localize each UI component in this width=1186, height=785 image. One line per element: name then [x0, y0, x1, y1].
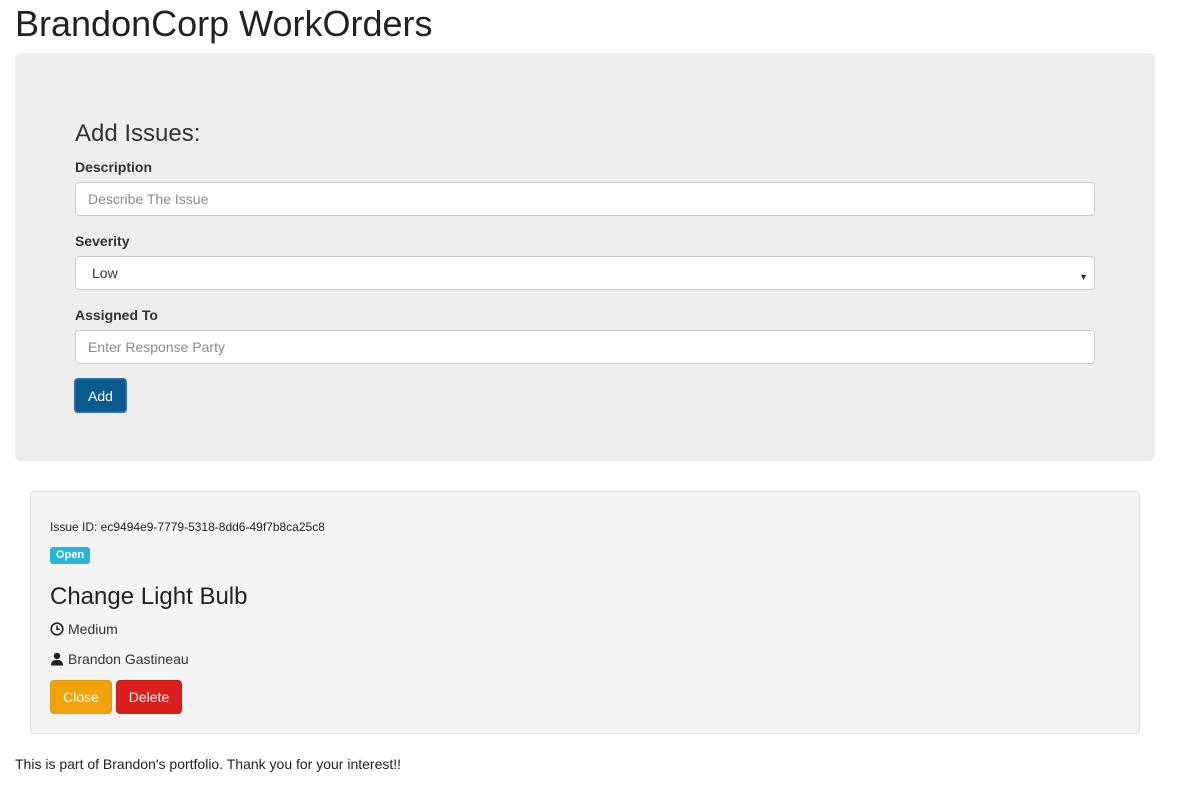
severity-selected-value: Low	[92, 265, 118, 281]
issue-severity: Medium	[68, 621, 118, 637]
chevron-down-icon: ▼	[1079, 272, 1088, 282]
status-badge: Open	[50, 547, 91, 564]
clock-icon	[50, 622, 64, 636]
delete-issue-button[interactable]: Delete	[116, 680, 182, 714]
issue-card: Issue ID: ec9494e9-7779-5318-8dd6-49f7b8…	[30, 491, 1140, 734]
user-icon	[50, 652, 64, 666]
page-title: BrandonCorp WorkOrders	[15, 3, 433, 44]
issue-assignee: Brandon Gastineau	[68, 651, 189, 667]
description-label: Description	[75, 159, 153, 175]
close-issue-button[interactable]: Close	[50, 680, 112, 714]
assigned-to-input[interactable]	[75, 330, 1095, 364]
severity-select[interactable]: Low ▼	[75, 256, 1095, 290]
add-button[interactable]: Add	[74, 378, 127, 413]
issue-assignee-row: Brandon Gastineau	[50, 651, 189, 667]
issue-id: Issue ID: ec9494e9-7779-5318-8dd6-49f7b8…	[50, 520, 325, 534]
severity-label: Severity	[75, 233, 130, 249]
footer-note: This is part of Brandon's portfolio. Tha…	[15, 756, 402, 772]
issue-title: Change Light Bulb	[50, 583, 248, 610]
description-input[interactable]	[75, 182, 1095, 216]
form-heading: Add Issues:	[75, 120, 201, 147]
assigned-to-label: Assigned To	[75, 307, 158, 323]
add-issue-panel: Add Issues: Description Severity Low ▼ A…	[15, 53, 1155, 461]
issue-severity-row: Medium	[50, 621, 118, 637]
